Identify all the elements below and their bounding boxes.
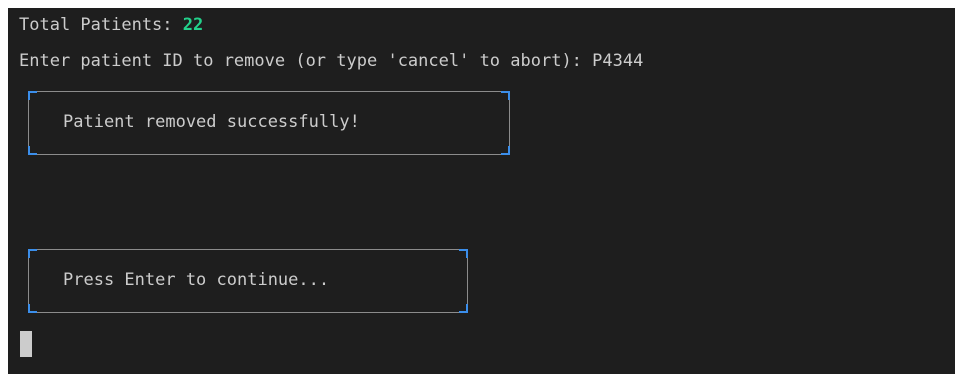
total-patients-line: Total Patients: 22 (19, 12, 203, 39)
continue-message: Press Enter to continue... (63, 270, 330, 290)
box-corner-top-right (459, 249, 468, 258)
remove-prompt-line: Enter patient ID to remove (or type 'can… (19, 48, 643, 75)
box-corner-bottom-right (459, 304, 468, 313)
box-corner-top-left (28, 249, 37, 258)
total-patients-label: Total Patients: (19, 15, 183, 35)
terminal-window[interactable]: Total Patients: 22 Enter patient ID to r… (8, 8, 955, 374)
total-patients-count: 22 (182, 15, 204, 35)
remove-prompt-text: Enter patient ID to remove (or type 'can… (19, 51, 593, 71)
box-corner-top-right (501, 91, 510, 100)
box-corner-top-left (28, 91, 37, 100)
box-corner-bottom-left (28, 146, 37, 155)
terminal-cursor[interactable] (20, 331, 32, 357)
patient-id-input[interactable]: P4344 (592, 51, 643, 71)
box-corner-bottom-left (28, 304, 37, 313)
success-message: Patient removed successfully! (63, 112, 360, 132)
success-message-box: Patient removed successfully! (28, 91, 510, 155)
continue-message-box: Press Enter to continue... (28, 249, 468, 313)
box-corner-bottom-right (501, 146, 510, 155)
